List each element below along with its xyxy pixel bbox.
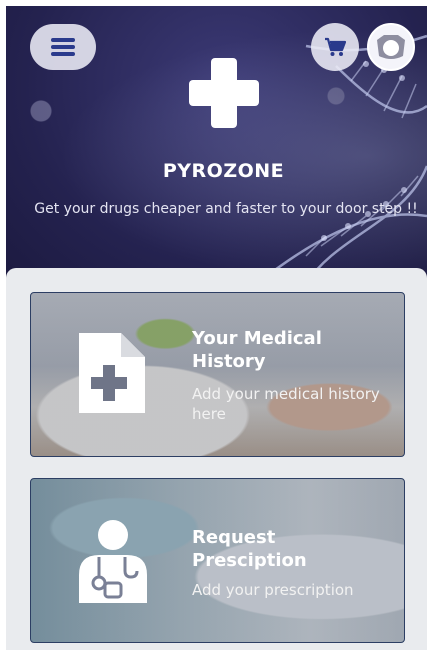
request-prescription-card[interactable]: Request Presciption Add your prescriptio… [30,478,405,643]
app-title: PYROZONE [162,160,285,182]
medical-history-card[interactable]: Your Medical History Add your medical hi… [30,292,405,457]
cart-button[interactable] [311,23,359,71]
card-subtitle: Add your medical history here [192,385,380,423]
tagline: Get your drugs cheaper and faster to you… [34,201,418,217]
doctor-icon [79,520,147,603]
card-title: Request Presciption [192,527,307,571]
card-subtitle: Add your prescription [192,581,354,599]
card-title: Your Medical History [192,328,322,372]
cart-icon [325,37,346,56]
medical-cross-icon [189,58,259,128]
menu-button[interactable] [30,24,96,70]
medical-document-icon [79,333,145,413]
hero-banner: PYROZONE Get your drugs cheaper and fast… [6,6,427,284]
user-avatar[interactable] [367,23,415,71]
menu-icon [51,38,75,56]
user-avatar-icon [377,35,405,59]
